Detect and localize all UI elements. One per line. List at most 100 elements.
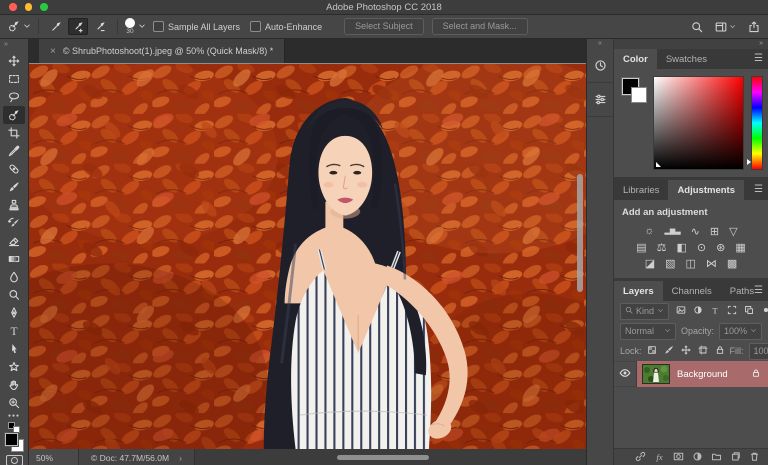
layer-filter-dropdown[interactable]: Kind — [620, 303, 669, 320]
invert-adjustment-icon[interactable]: ◪ — [645, 257, 655, 270]
tab-adjustments[interactable]: Adjustments — [668, 180, 744, 200]
checkbox-box[interactable] — [153, 21, 164, 32]
path-selection-tool[interactable] — [3, 340, 25, 358]
select-and-mask--button[interactable]: Select and Mask... — [432, 18, 528, 35]
canvas[interactable] — [29, 63, 586, 449]
horizontal-scrollbar[interactable] — [337, 455, 429, 460]
edit-toolbar-ellipsis[interactable]: ●●● — [3, 412, 25, 420]
close-window-button[interactable] — [9, 3, 17, 11]
toolbar-collapse-chevron[interactable]: » — [4, 41, 8, 48]
crop-tool[interactable] — [3, 124, 25, 142]
eyedropper-tool[interactable] — [3, 142, 25, 160]
history-brush-tool[interactable] — [3, 214, 25, 232]
rectangular-marquee-tool[interactable] — [3, 70, 25, 88]
lock-pixels-icon[interactable] — [664, 345, 674, 357]
link-layers-icon[interactable] — [635, 449, 646, 465]
brush-tool[interactable] — [3, 178, 25, 196]
layer-visibility-toggle[interactable] — [614, 361, 637, 387]
lock-transparent-icon[interactable] — [647, 345, 657, 357]
properties-panel-icon[interactable] — [587, 83, 613, 117]
tab-layers[interactable]: Layers — [614, 281, 663, 301]
dodge-tool[interactable] — [3, 286, 25, 304]
lock-artboard-icon[interactable] — [698, 345, 708, 357]
checkbox-sample-all-layers[interactable]: Sample All Layers — [153, 21, 240, 32]
lock-all-icon[interactable] — [715, 345, 725, 357]
new-layer-icon[interactable] — [730, 449, 741, 465]
zoom-window-button[interactable] — [40, 3, 48, 11]
hue-saturation-adjustment-icon[interactable]: ▤ — [636, 241, 646, 254]
layer-style-icon[interactable]: fx — [654, 449, 665, 465]
document-info[interactable]: © Doc: 47.7M/56.0M › — [79, 449, 195, 465]
color-picker-knob[interactable] — [656, 162, 661, 167]
color-lookup-adjustment-icon[interactable]: ▦ — [735, 241, 745, 254]
select-subject-button[interactable]: Select Subject — [344, 18, 424, 35]
curves-adjustment-icon[interactable]: ∿ — [691, 225, 700, 238]
lasso-tool[interactable] — [3, 88, 25, 106]
tab-libraries[interactable]: Libraries — [614, 180, 668, 200]
brush-size-picker[interactable]: 30 — [125, 18, 146, 36]
minimize-window-button[interactable] — [25, 3, 33, 11]
layer-mask-icon[interactable] — [673, 449, 684, 465]
panels-collapse-chevron[interactable]: » — [614, 39, 768, 49]
color-fg-bg-swatches[interactable] — [620, 76, 646, 170]
filter-pixel-icon[interactable] — [676, 305, 686, 317]
move-tool[interactable] — [3, 52, 25, 70]
zoom-level-field[interactable]: 50% — [29, 449, 79, 465]
workspace-switcher-icon[interactable] — [715, 21, 736, 33]
channel-mixer-adjustment-icon[interactable]: ⊛ — [716, 241, 725, 254]
eraser-tool[interactable] — [3, 232, 25, 250]
hue-slider[interactable] — [751, 76, 763, 170]
tab-channels[interactable]: Channels — [663, 281, 721, 301]
lock-position-icon[interactable] — [681, 345, 691, 357]
filter-frame-icon[interactable] — [727, 305, 737, 317]
photo-filter-adjustment-icon[interactable]: ⊙ — [697, 241, 706, 254]
filter-pin-icon[interactable] — [761, 305, 768, 317]
layer-row-background[interactable]: Background — [614, 361, 768, 387]
dock-collapse-chevron[interactable]: « — [598, 39, 602, 49]
search-icon[interactable] — [691, 21, 703, 33]
levels-adjustment-icon[interactable]: ▂▆▃ — [665, 227, 681, 235]
type-tool[interactable]: T — [3, 322, 25, 340]
custom-shape-tool[interactable] — [3, 358, 25, 376]
gradient-map-adjustment-icon[interactable]: ▩ — [727, 257, 737, 270]
pen-tool[interactable] — [3, 304, 25, 322]
delete-layer-icon[interactable] — [749, 449, 760, 465]
vertical-scrollbar[interactable] — [577, 174, 583, 292]
vibrance-adjustment-icon[interactable]: ▽ — [729, 225, 737, 238]
gradient-tool[interactable] — [3, 250, 25, 268]
opacity-field[interactable]: 100% — [719, 323, 762, 340]
background-swatch[interactable] — [631, 87, 647, 103]
filter-smart-icon[interactable] — [744, 305, 754, 317]
close-document-icon[interactable]: × — [50, 46, 56, 57]
tab-swatches[interactable]: Swatches — [657, 49, 716, 69]
zoom-tool[interactable] — [3, 394, 25, 412]
fill-field[interactable]: 100% — [749, 343, 768, 360]
share-icon[interactable] — [748, 21, 760, 33]
exposure-adjustment-icon[interactable]: ⊞ — [710, 225, 719, 238]
selective-color-adjustment-icon[interactable]: ⋈ — [706, 257, 717, 270]
panel-menu-icon[interactable]: ☰ — [754, 53, 763, 64]
subtract-from-selection-button[interactable] — [90, 18, 110, 35]
filter-adjustment-icon[interactable] — [693, 305, 703, 317]
status-expand-chevron[interactable]: › — [179, 453, 182, 463]
spot-healing-brush-tool[interactable] — [3, 160, 25, 178]
panel-menu-icon[interactable]: ☰ — [754, 285, 763, 296]
blend-mode-dropdown[interactable]: Normal — [620, 323, 676, 340]
hand-tool[interactable] — [3, 376, 25, 394]
foreground-color-swatch[interactable] — [5, 433, 18, 446]
new-group-icon[interactable] — [711, 449, 722, 465]
checkbox-box[interactable] — [250, 21, 261, 32]
brightness-contrast-adjustment-icon[interactable]: ☼ — [644, 225, 654, 237]
color-balance-adjustment-icon[interactable]: ⚖ — [657, 241, 667, 254]
saturation-brightness-field[interactable] — [653, 76, 744, 170]
hue-slider-knob[interactable] — [747, 159, 751, 165]
threshold-adjustment-icon[interactable]: ◫ — [686, 257, 696, 270]
posterize-adjustment-icon[interactable]: ▧ — [665, 257, 675, 270]
new-adjustment-icon[interactable] — [692, 449, 703, 465]
checkbox-auto-enhance[interactable]: Auto-Enhance — [250, 21, 322, 32]
clone-stamp-tool[interactable] — [3, 196, 25, 214]
add-to-selection-button[interactable] — [68, 18, 88, 35]
new-selection-button[interactable] — [46, 18, 66, 35]
history-panel-icon[interactable] — [587, 49, 613, 83]
blur-tool[interactable] — [3, 268, 25, 286]
